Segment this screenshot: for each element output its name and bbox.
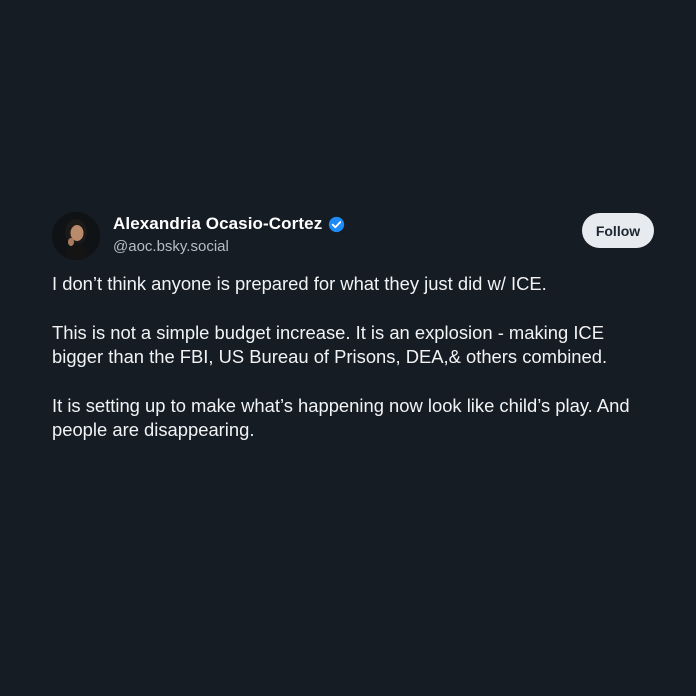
avatar-image [52,212,100,260]
verified-check-icon [328,216,345,233]
post-header: Alexandria Ocasio-Cortez @aoc.bsky.socia… [52,210,656,264]
post-body: I don’t think anyone is prepared for wha… [52,272,656,442]
post-paragraph: This is not a simple budget increase. It… [52,322,608,367]
post-card: Alexandria Ocasio-Cortez @aoc.bsky.socia… [52,210,656,467]
author-name-row: Alexandria Ocasio-Cortez [113,214,345,234]
post-paragraph: It is setting up to make what’s happenin… [52,395,630,440]
post-paragraph: I don’t think anyone is prepared for wha… [52,273,547,294]
author-handle[interactable]: @aoc.bsky.social [113,238,229,255]
author-display-name[interactable]: Alexandria Ocasio-Cortez [113,214,322,234]
follow-button[interactable]: Follow [582,213,654,248]
avatar[interactable] [52,212,100,260]
